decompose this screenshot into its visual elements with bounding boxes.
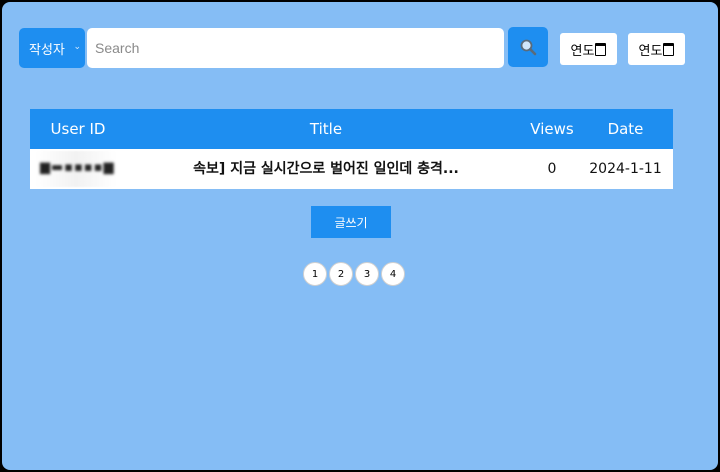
- write-post-button[interactable]: 글쓰기: [311, 206, 391, 238]
- post-table: User ID Title Views Date ▆▬▪▪▪▪▆ 속보] 지금 …: [30, 109, 673, 189]
- year-filter-label: 연도: [638, 43, 663, 59]
- search-filter-label: 작성자: [29, 42, 65, 58]
- page-button-4[interactable]: 4: [381, 262, 405, 286]
- app-window: 작성자 ⌄ 연도 연도 User ID Title Views Date ▆▬▪…: [2, 2, 718, 470]
- column-header-date: Date: [607, 120, 644, 138]
- page-button-2[interactable]: 2: [329, 262, 353, 286]
- year-filter-button-2[interactable]: 연도: [628, 33, 685, 65]
- search-input[interactable]: [87, 28, 504, 68]
- post-title[interactable]: 속보] 지금 실시간으로 벌어진 일인데 충격...: [126, 149, 526, 189]
- column-header-title: Title: [309, 120, 343, 138]
- post-views: 0: [547, 161, 557, 177]
- column-header-user-id: User ID: [50, 120, 106, 138]
- post-date: 2024-1-11: [589, 161, 662, 177]
- table-header: User ID Title Views Date: [30, 109, 673, 149]
- page-button-1[interactable]: 1: [303, 262, 327, 286]
- calendar-icon: [663, 42, 675, 56]
- year-filter-label: 연도: [570, 43, 595, 59]
- column-header-views: Views: [530, 120, 574, 138]
- search-button[interactable]: [508, 27, 548, 67]
- page-button-3[interactable]: 3: [355, 262, 379, 286]
- table-row[interactable]: ▆▬▪▪▪▪▆ 속보] 지금 실시간으로 벌어진 일인데 충격... 0 202…: [30, 149, 673, 189]
- user-id-cell-blurred: ▆▬▪▪▪▪▆: [36, 151, 116, 187]
- year-filter-button-1[interactable]: 연도: [560, 33, 617, 65]
- calendar-icon: [595, 42, 607, 56]
- magnifier-icon: [520, 39, 537, 56]
- chevron-down-icon: ⌄: [73, 42, 81, 52]
- search-filter-select[interactable]: 작성자 ⌄: [19, 28, 85, 68]
- pagination: 1 2 3 4: [303, 262, 407, 286]
